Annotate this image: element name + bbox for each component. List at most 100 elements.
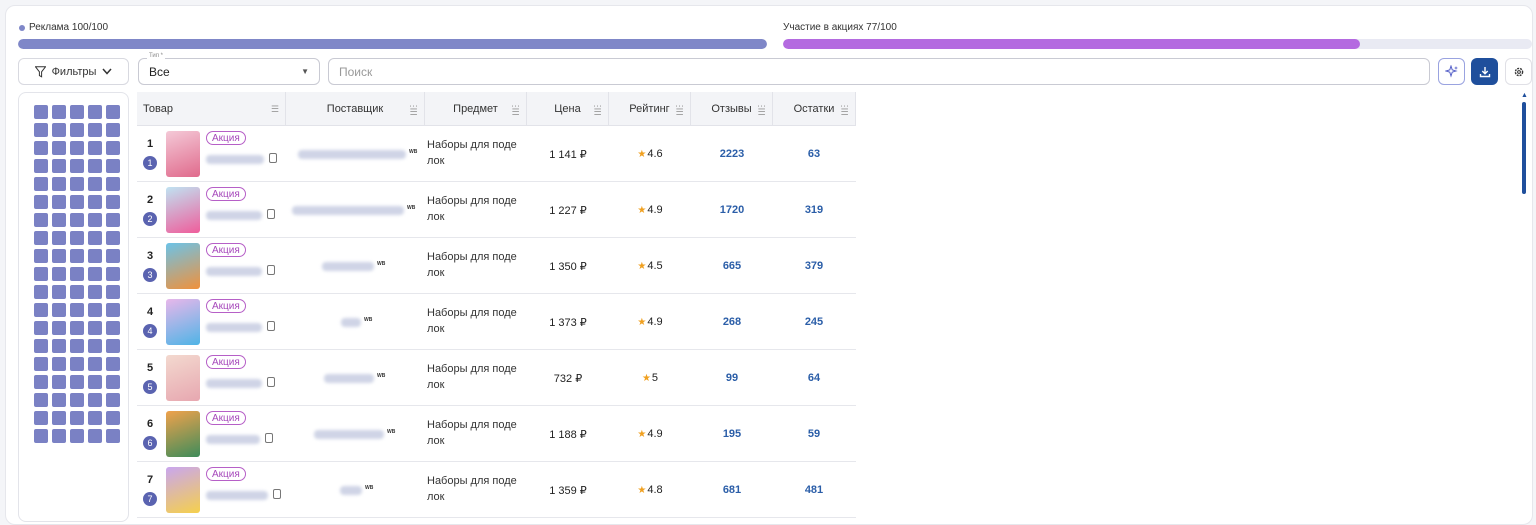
type-select[interactable]: Тип * Все ▼ <box>138 53 320 85</box>
column-menu-icon[interactable]: ⋯ ☰ <box>409 102 418 117</box>
col-header-supplier[interactable]: Поставщик ⋯ ☰ <box>286 92 425 126</box>
position-cell <box>34 375 48 389</box>
reviews-cell[interactable]: 681 <box>691 462 773 518</box>
col-header-price[interactable]: Цена ⋯ ☰ <box>527 92 609 126</box>
column-menu-icon[interactable]: ⋯ ☰ <box>511 102 520 117</box>
reviews-cell[interactable]: 195 <box>691 406 773 462</box>
product-thumbnail[interactable] <box>166 299 200 345</box>
position-cell <box>106 429 120 443</box>
reviews-cell[interactable]: 268 <box>691 294 773 350</box>
position-cell <box>70 213 84 227</box>
subject-cell: Наборы для поде лок <box>427 251 517 279</box>
position-cell <box>106 249 120 263</box>
promo-badge: Акция <box>206 299 246 313</box>
position-cell <box>52 231 66 245</box>
position-cell <box>106 105 120 119</box>
table-row[interactable]: 4 4 Акция WB Наборы для поде лок 1 373 ₽… <box>137 294 856 350</box>
copy-icon[interactable] <box>267 265 275 275</box>
stock-cell[interactable]: 64 <box>773 350 855 406</box>
position-cell <box>88 267 102 281</box>
price-cell: 1 227 ₽ <box>549 204 587 217</box>
wb-label: WB <box>387 429 396 435</box>
position-cell <box>70 429 84 443</box>
subject-cell: Наборы для поде лок <box>427 475 517 503</box>
copy-icon[interactable] <box>265 433 273 443</box>
rating-cell: ★ 4.8 <box>637 484 663 496</box>
product-thumbnail[interactable] <box>166 243 200 289</box>
supplier-name-redacted <box>314 430 384 439</box>
price-cell: 1 141 ₽ <box>549 148 587 161</box>
column-menu-icon[interactable]: ⋯ ☰ <box>675 102 684 117</box>
column-menu-icon[interactable]: ⋯ ☰ <box>593 102 602 117</box>
position-cell <box>88 213 102 227</box>
table-row[interactable]: 7 7 Акция WB Наборы для поде лок 1 359 ₽… <box>137 462 856 518</box>
settings-button[interactable] <box>1505 58 1532 85</box>
copy-icon[interactable] <box>267 209 275 219</box>
stock-cell[interactable]: 63 <box>773 126 855 182</box>
product-thumbnail[interactable] <box>166 131 200 177</box>
position-cell <box>106 357 120 371</box>
position-badge: 2 <box>143 212 157 226</box>
position-cell <box>70 123 84 137</box>
position-cell <box>88 339 102 353</box>
position-cell <box>88 411 102 425</box>
download-button[interactable] <box>1471 58 1498 85</box>
reviews-cell[interactable]: 665 <box>691 238 773 294</box>
stock-cell[interactable]: 245 <box>773 294 855 350</box>
stock-cell[interactable]: 379 <box>773 238 855 294</box>
scrollbar-thumb[interactable] <box>1522 102 1526 194</box>
position-cell <box>70 321 84 335</box>
col-header-stock[interactable]: Остатки ⋯ ☰ <box>773 92 856 126</box>
reviews-cell[interactable]: 1720 <box>691 182 773 238</box>
copy-icon[interactable] <box>267 321 275 331</box>
scroll-up-icon[interactable]: ▲ <box>1521 92 1528 99</box>
rating-cell: ★ 4.9 <box>637 316 663 328</box>
promotions-progress-fill <box>783 39 1360 49</box>
table-row[interactable]: 6 6 Акция WB Наборы для поде лок 1 188 ₽… <box>137 406 856 462</box>
column-menu-icon[interactable]: ⋯ ☰ <box>757 102 766 117</box>
reviews-cell[interactable]: 99 <box>691 350 773 406</box>
col-header-rating[interactable]: Рейтинг ⋯ ☰ <box>609 92 691 126</box>
copy-icon[interactable] <box>273 489 281 499</box>
column-menu-icon[interactable]: ⋯ ☰ <box>840 102 849 117</box>
stock-cell[interactable]: 481 <box>773 462 855 518</box>
position-cell <box>70 159 84 173</box>
wb-label: WB <box>364 317 373 323</box>
position-cell <box>88 231 102 245</box>
position-cell <box>70 357 84 371</box>
col-header-reviews[interactable]: Отзывы ⋯ ☰ <box>691 92 773 126</box>
position-cell <box>52 159 66 173</box>
product-thumbnail[interactable] <box>166 411 200 457</box>
position-cell <box>52 339 66 353</box>
copy-icon[interactable] <box>269 153 277 163</box>
table-row[interactable]: 5 5 Акция WB Наборы для поде лок 732 ₽ ★… <box>137 350 856 406</box>
copy-icon[interactable] <box>267 377 275 387</box>
product-name-redacted <box>206 323 262 332</box>
stock-cell[interactable]: 319 <box>773 182 855 238</box>
ai-button[interactable] <box>1438 58 1465 85</box>
position-cell <box>106 159 120 173</box>
product-thumbnail[interactable] <box>166 187 200 233</box>
col-header-product[interactable]: Товар ☰ <box>137 92 286 126</box>
wb-label: WB <box>407 205 416 211</box>
product-thumbnail[interactable] <box>166 355 200 401</box>
position-cell <box>88 105 102 119</box>
product-name-redacted <box>206 379 262 388</box>
position-cell <box>88 159 102 173</box>
column-menu-icon[interactable]: ☰ <box>271 105 279 114</box>
product-thumbnail[interactable] <box>166 467 200 513</box>
table-row[interactable]: 3 3 Акция WB Наборы для поде лок 1 350 ₽… <box>137 238 856 294</box>
position-badge: 5 <box>143 380 157 394</box>
scrollbar[interactable]: ▲ <box>1520 92 1528 516</box>
star-icon: ★ <box>637 148 647 160</box>
table-row[interactable]: 2 2 Акция WB Наборы для поде лок 1 227 ₽… <box>137 182 856 238</box>
search-input[interactable] <box>328 58 1430 85</box>
position-cell <box>70 285 84 299</box>
position-cell <box>52 123 66 137</box>
stock-cell[interactable]: 59 <box>773 406 855 462</box>
reviews-cell[interactable]: 2223 <box>691 126 773 182</box>
table-row[interactable]: 1 1 Акция WB Наборы для поде лок 1 141 ₽… <box>137 126 856 182</box>
col-header-subject[interactable]: Предмет ⋯ ☰ <box>425 92 527 126</box>
filters-button[interactable]: Фильтры <box>18 58 129 85</box>
price-cell: 1 373 ₽ <box>549 316 587 329</box>
